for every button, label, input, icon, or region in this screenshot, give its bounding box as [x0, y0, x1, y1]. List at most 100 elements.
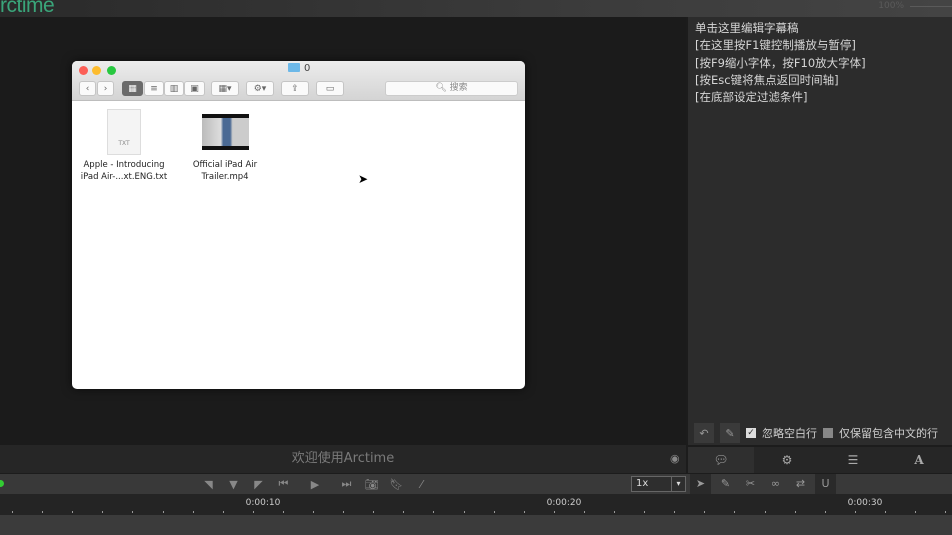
skip-back-icon[interactable]: ⏮ — [275, 477, 292, 491]
ruler-tick — [102, 511, 104, 513]
ruler-tick — [433, 511, 435, 513]
arrange-button[interactable]: ▦▾ — [211, 81, 239, 96]
subtitle-line[interactable]: [在这里按F1键控制播放与暂停] — [688, 37, 952, 54]
search-icon: 🔍︎ — [435, 83, 450, 93]
ruler-tick — [824, 511, 826, 513]
video-thumbnail — [201, 114, 249, 150]
ruler-tick — [343, 511, 345, 513]
timeline-track[interactable] — [0, 515, 952, 535]
forward-button[interactable]: › — [97, 81, 114, 96]
ruler-tick — [614, 511, 615, 513]
swap-icon[interactable]: ⇄ — [790, 474, 811, 494]
time-label: 0:00:30 — [847, 498, 883, 508]
ruler-tick — [523, 511, 525, 513]
chinese-only-checkbox[interactable] — [823, 428, 833, 438]
search-input[interactable]: 🔍︎ 搜索 — [385, 81, 518, 96]
ruler-tick — [162, 511, 164, 513]
zoom-level: 100% — [878, 1, 904, 11]
ignore-blank-checkbox[interactable]: ✓ — [746, 428, 756, 438]
ruler-tick — [764, 511, 766, 513]
mark-in-icon[interactable]: ◥ — [200, 478, 217, 491]
magnet-icon[interactable]: U — [815, 474, 836, 494]
column-view-button[interactable]: ▥ — [164, 81, 184, 96]
back-button[interactable]: ‹ — [79, 81, 96, 96]
speed-value: 1x — [636, 478, 649, 489]
coverflow-view-button[interactable]: ▣ — [184, 81, 205, 96]
skip-forward-icon[interactable]: ⏭ — [338, 477, 355, 491]
share-icon[interactable]: ⇪ — [281, 81, 309, 96]
icon-view-button[interactable]: ▦ — [122, 81, 143, 96]
camera-icon[interactable]: 📷︎ — [363, 478, 380, 491]
playback-controls: ◥ ▼ ◤ ⏮ ▶ ⏭ 📷︎ 🔖︎ ⁄ — [200, 474, 430, 494]
pencil-icon[interactable]: ✎ — [720, 423, 740, 443]
close-button[interactable] — [79, 66, 88, 75]
timeline-ruler[interactable]: 0:00:10 0:00:20 0:00:30 — [0, 494, 952, 515]
speed-select[interactable]: 1x ▾ — [631, 476, 686, 492]
file-item-txt[interactable]: TXT Apple - Introducing iPad Air-...xt.E… — [74, 109, 174, 183]
edit-icon[interactable]: ✎ — [715, 474, 736, 494]
file-item-mp4[interactable]: Official iPad Air Trailer.mp4 — [175, 109, 275, 183]
ruler-tick — [945, 511, 947, 513]
folder-icon — [288, 63, 300, 72]
ruler-tick — [403, 511, 405, 513]
ruler-tick — [644, 511, 646, 513]
finder-toolbar: 0 ‹ › ▦ ≡ ▥ ▣ ▦▾ ⚙▾ ⇪ ▭ 🔍︎ 搜索 — [72, 61, 525, 101]
window-title: 0 — [288, 63, 310, 74]
magic-wand-icon[interactable]: ⁄ — [413, 478, 430, 491]
text-file-icon: TXT — [107, 109, 141, 155]
mark-down-icon[interactable]: ▼ — [225, 478, 242, 491]
ruler-tick — [553, 511, 555, 513]
finder-window: 0 ‹ › ▦ ≡ ▥ ▣ ▦▾ ⚙▾ ⇪ ▭ 🔍︎ 搜索 TXT Apple … — [72, 61, 525, 389]
ruler-tick — [222, 511, 224, 513]
ruler-tick — [674, 511, 676, 513]
ruler-tick — [72, 511, 74, 513]
chevron-down-icon[interactable]: ▾ — [671, 477, 685, 491]
chinese-only-label: 仅保留包含中文的行 — [839, 427, 938, 440]
ruler-tick — [313, 511, 314, 513]
tag-icon[interactable]: ▭ — [316, 81, 344, 96]
ruler-tick — [794, 511, 796, 513]
undo-icon[interactable]: ↶ — [694, 423, 714, 443]
tab-subtitles-chat-icon[interactable]: 💬︎ — [688, 447, 754, 473]
subtitle-line[interactable]: [按Esc键将焦点返回时间轴] — [688, 72, 952, 89]
tab-list-icon[interactable]: ☰ — [820, 447, 886, 473]
ruler-tick — [493, 511, 495, 513]
ruler-tick — [252, 511, 254, 513]
file-type-label: TXT — [118, 140, 130, 147]
file-name: Apple - Introducing iPad Air-...xt.ENG.t… — [80, 160, 168, 182]
zoom-button[interactable] — [107, 66, 116, 75]
folder-name: 0 — [304, 63, 311, 74]
subtitle-filter-bar: ↶ ✎ ✓ 忽略空白行 仅保留包含中文的行 — [688, 421, 952, 445]
ruler-tick — [282, 511, 284, 513]
ruler-tick — [132, 511, 134, 513]
time-label: 0:00:10 — [245, 498, 281, 508]
bookmark-icon[interactable]: 🔖︎ — [388, 478, 405, 491]
zoom-slider[interactable] — [910, 6, 952, 7]
subtitle-editor[interactable]: 单击这里编辑字幕稿 [在这里按F1键控制播放与暂停] [按F9缩小字体，按F10… — [688, 17, 952, 445]
subtitle-line[interactable]: [按F9缩小字体，按F10放大字体] — [688, 55, 952, 72]
scissors-icon[interactable]: ✂ — [740, 474, 761, 494]
time-label: 0:00:20 — [546, 498, 582, 508]
mouse-cursor-icon: ➤ — [358, 172, 369, 186]
tab-settings-gear-icon[interactable]: ⚙ — [754, 447, 820, 473]
list-view-button[interactable]: ≡ — [144, 81, 164, 96]
subtitle-line[interactable]: [在底部设定过滤条件] — [688, 89, 952, 106]
tab-font-icon[interactable]: A — [886, 447, 952, 473]
panel-tabs: 💬︎ ⚙ ☰ A — [688, 447, 952, 473]
eye-icon[interactable]: ◉ — [670, 452, 680, 465]
pointer-icon[interactable]: ➤ — [690, 474, 711, 494]
mark-out-icon[interactable]: ◤ — [250, 478, 267, 491]
ruler-tick — [915, 511, 916, 513]
edit-tools: ➤ ✎ ✂ ∞ ⇄ U — [690, 474, 836, 494]
ruler-tick — [42, 511, 44, 513]
link-icon[interactable]: ∞ — [765, 474, 786, 494]
play-icon[interactable]: ▶ — [300, 478, 330, 491]
subtitle-line[interactable]: 单击这里编辑字幕稿 — [688, 20, 952, 37]
ruler-tick — [884, 511, 886, 513]
gear-icon[interactable]: ⚙▾ — [246, 81, 274, 96]
status-bar: 欢迎使用Arctime — [0, 445, 686, 473]
ruler-tick — [373, 511, 375, 513]
ruler-tick — [583, 511, 585, 513]
minimize-button[interactable] — [92, 66, 101, 75]
ruler-tick — [463, 511, 465, 513]
